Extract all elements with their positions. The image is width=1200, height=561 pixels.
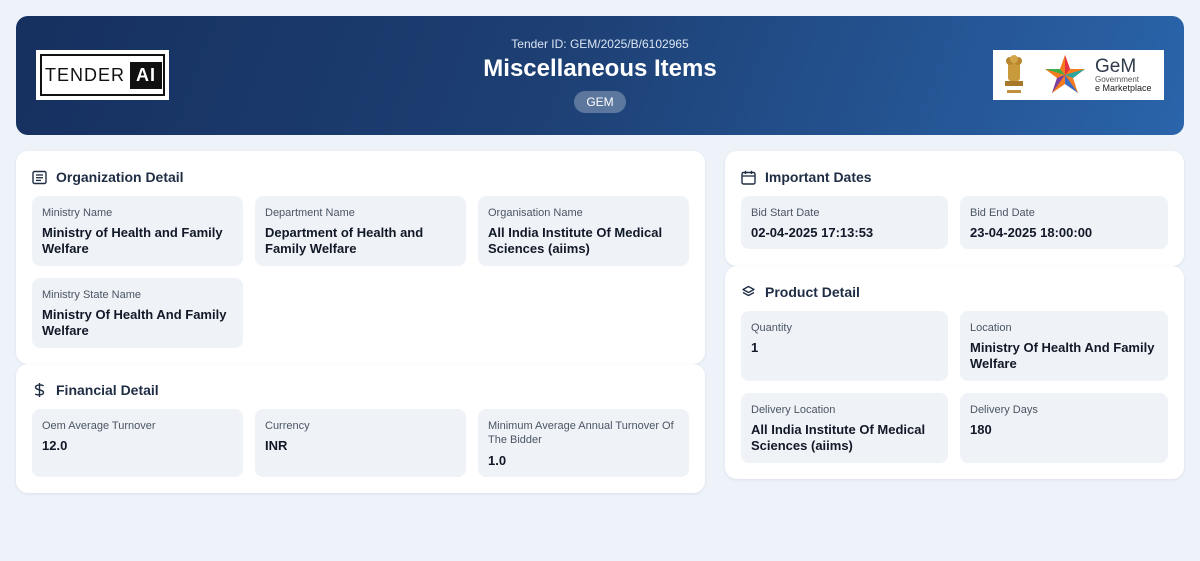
national-emblem-icon: [1005, 55, 1023, 93]
field-value: Ministry of Health and Family Welfare: [42, 225, 223, 256]
field-label: Delivery Days: [970, 404, 1038, 416]
tender-header: TENDER AI Tender ID: GEM/2025/B/6102965 …: [16, 16, 1184, 135]
field-value: Ministry Of Health And Family Welfare: [970, 340, 1155, 371]
field-value: 1.0: [488, 453, 507, 468]
field-label: Bid End Date: [970, 207, 1035, 219]
field-value: Department of Health and Family Welfare: [265, 225, 424, 256]
bid-start-date-field: Bid Start Date 02-04-2025 17:13:53: [741, 196, 948, 249]
field-label: Department Name: [265, 207, 355, 219]
oem-average-turnover-field: Oem Average Turnover 12.0: [32, 409, 243, 477]
important-dates-heading: Important Dates: [741, 167, 872, 187]
card-title-text: Organization Detail: [56, 169, 184, 185]
field-value: INR: [265, 438, 288, 453]
card-title-text: Financial Detail: [56, 382, 159, 398]
important-dates-card: Important Dates Bid Start Date 02-04-202…: [725, 151, 1184, 266]
financial-detail-heading: Financial Detail: [32, 380, 159, 400]
ministry-name-field: Ministry Name Ministry of Health and Fam…: [32, 196, 243, 266]
ministry-state-name-field: Ministry State Name Ministry Of Health A…: [32, 278, 243, 348]
field-value: Ministry Of Health And Family Welfare: [42, 307, 227, 338]
organization-detail-heading: Organization Detail: [32, 167, 184, 187]
currency-field: Currency INR: [255, 409, 466, 477]
field-label: Delivery Location: [751, 404, 836, 416]
quantity-field: Quantity 1: [741, 311, 948, 381]
layers-icon: [742, 285, 755, 296]
field-value: All India Institute Of Medical Sciences …: [751, 422, 926, 453]
organization-detail-card: Organization Detail Ministry Name Minist…: [16, 151, 705, 364]
field-label: Organisation Name: [488, 207, 583, 219]
list-icon: [32, 170, 47, 184]
field-value: 12.0: [42, 438, 68, 453]
gem-brand: GeM: [1095, 56, 1137, 77]
field-label: Quantity: [751, 322, 792, 334]
financial-detail-card: Financial Detail Oem Average Turnover 12…: [16, 364, 705, 493]
gem-star-icon: [1045, 55, 1085, 93]
delivery-days-field: Delivery Days 180: [960, 393, 1168, 463]
calendar-icon: [741, 170, 756, 185]
field-label: Oem Average Turnover: [42, 420, 156, 432]
minimum-annual-turnover-field: Minimum Average Annual Turnover Of The B…: [478, 409, 689, 477]
field-value: All India Institute Of Medical Sciences …: [488, 225, 663, 256]
gem-logo: GeM Government e Marketplace: [993, 50, 1164, 100]
field-label: Bid Start Date: [751, 207, 820, 219]
card-title-text: Product Detail: [765, 284, 860, 300]
source-badge: GEM: [574, 91, 626, 113]
field-value: 1: [751, 340, 759, 355]
location-field: Location Ministry Of Health And Family W…: [960, 311, 1168, 381]
product-detail-heading: Product Detail: [741, 282, 860, 302]
card-title-text: Important Dates: [765, 169, 872, 185]
field-label: Location: [970, 322, 1012, 334]
field-label: Minimum Average Annual Turnover Of The B…: [488, 420, 674, 446]
organisation-name-field: Organisation Name All India Institute Of…: [478, 196, 689, 266]
gem-line2: e Marketplace: [1095, 83, 1152, 93]
department-name-field: Department Name Department of Health and…: [255, 196, 466, 266]
field-value: 02-04-2025 17:13:53: [751, 225, 874, 240]
dollar-icon: [34, 383, 45, 397]
field-value: 23-04-2025 18:00:00: [970, 225, 1093, 240]
delivery-location-field: Delivery Location All India Institute Of…: [741, 393, 948, 463]
field-label: Ministry State Name: [42, 289, 142, 301]
bid-end-date-field: Bid End Date 23-04-2025 18:00:00: [960, 196, 1168, 249]
product-detail-card: Product Detail Quantity 1 Location Minis…: [725, 266, 1184, 479]
field-label: Currency: [265, 420, 310, 432]
field-label: Ministry Name: [42, 207, 113, 219]
field-value: 180: [970, 422, 992, 437]
